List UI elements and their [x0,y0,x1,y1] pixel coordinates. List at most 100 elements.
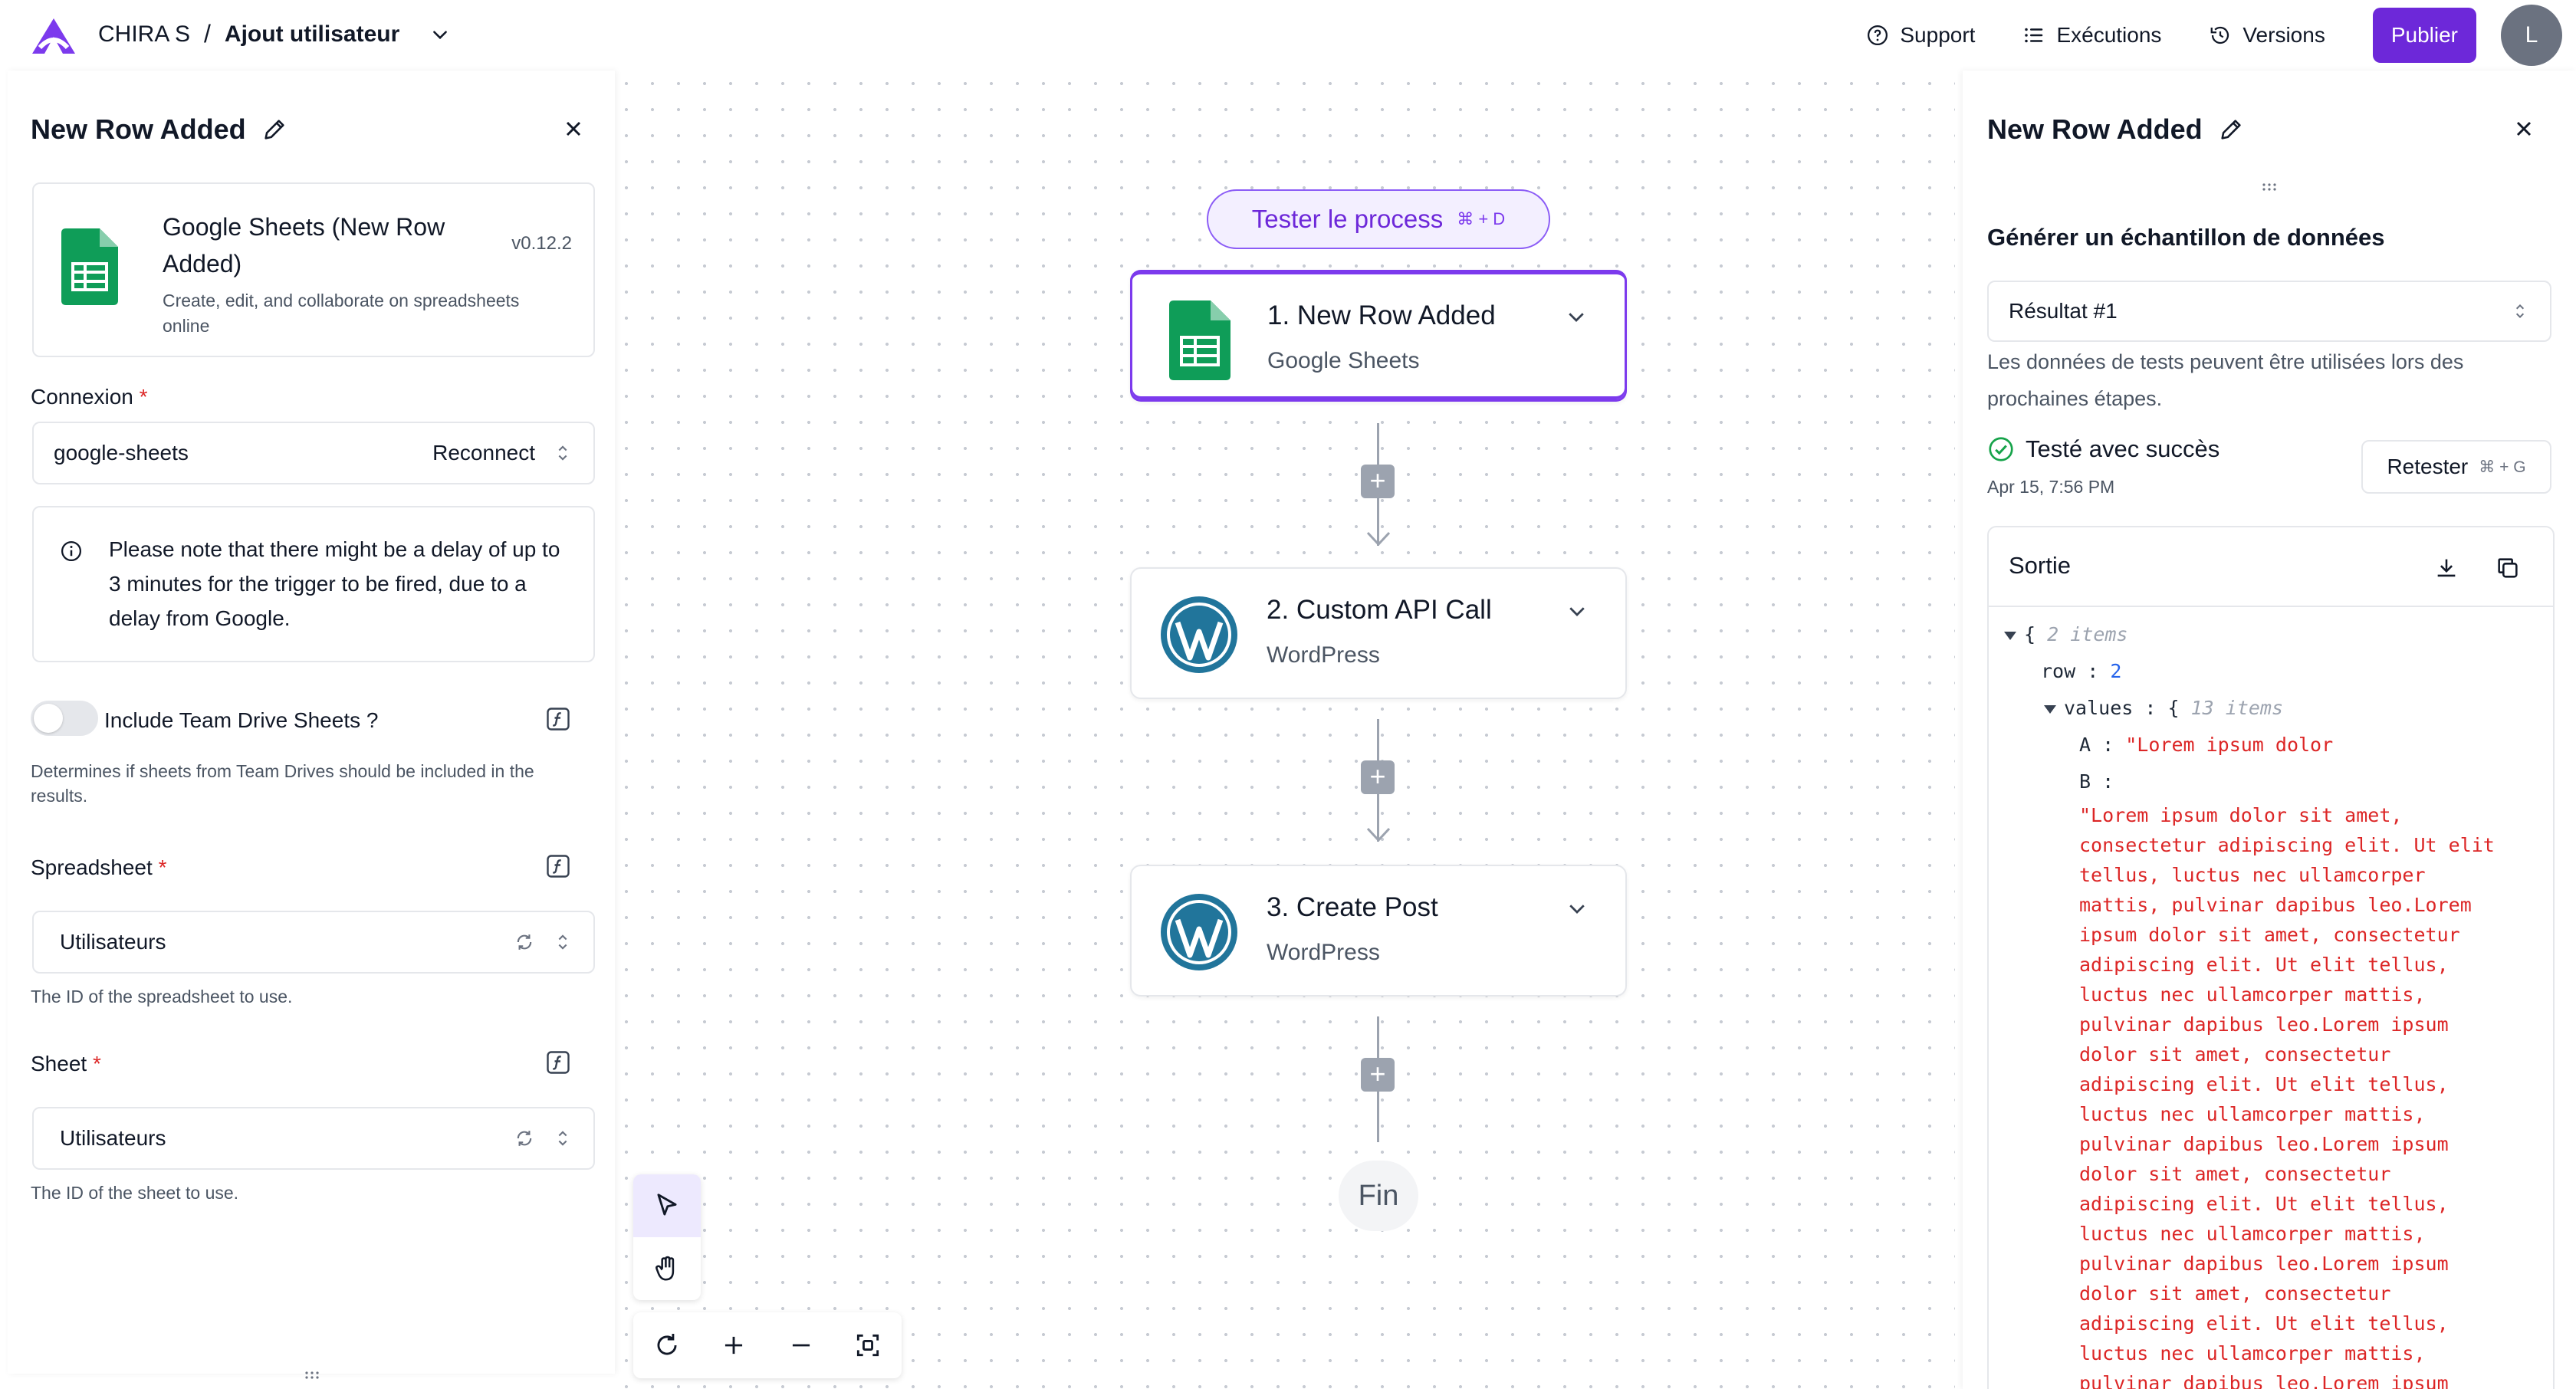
resize-handle-icon[interactable] [304,1371,320,1380]
help-circle-icon [1868,25,1888,45]
breadcrumb: CHIRA S / Ajout utilisateur [98,20,450,48]
spreadsheet-help: The ID of the spreadsheet to use. [31,987,293,1006]
resize-handle-icon[interactable] [2261,182,2278,192]
chevron-down-icon[interactable] [1566,599,1589,622]
json-root[interactable]: { 2 items [2004,616,2541,653]
user-avatar[interactable]: L [2501,5,2562,66]
chevron-down-icon[interactable] [430,25,450,44]
wordpress-icon [1161,894,1237,970]
caret-down-icon[interactable] [2004,631,2016,640]
function-icon[interactable] [544,705,572,733]
json-a-line: A : "Lorem ipsum dolor [2004,727,2541,763]
json-number: 2 [2110,660,2122,682]
pencil-icon[interactable] [261,117,288,143]
copy-icon[interactable] [2495,555,2521,581]
flow-end-node: Fin [1339,1161,1418,1231]
list-icon [2025,28,2043,43]
close-icon[interactable] [2512,117,2536,141]
flow-step-3[interactable]: 3. Create Post WordPress [1130,865,1627,997]
json-colon: : [2102,734,2126,756]
spreadsheet-value: Utilisateurs [60,930,166,954]
json-brace: { [2167,697,2180,719]
top-actions: Support Exécutions Versions Publier L [1866,0,2576,71]
connection-select[interactable]: google-sheets Reconnect [32,422,595,484]
json-key: B [2079,770,2091,793]
zoom-out-icon[interactable] [787,1331,816,1360]
json-string: "Lorem ipsum dolor [2125,734,2334,756]
close-icon[interactable] [561,117,586,141]
function-icon[interactable] [544,1049,572,1076]
test-process-button[interactable]: Tester le process ⌘ + D [1207,189,1550,249]
required-mark: * [139,385,148,409]
panel-title-text: New Row Added [31,113,246,145]
notice-text: Please note that there might be a delay … [109,537,560,630]
reset-view-icon[interactable] [652,1331,682,1360]
chevron-down-icon[interactable] [1566,897,1589,920]
flow-step-2[interactable]: 2. Custom API Call WordPress [1130,567,1627,699]
spreadsheet-label-text: Spreadsheet [31,855,153,879]
result-select-value: Résultat #1 [2009,299,2118,323]
caret-down-icon[interactable] [2044,704,2056,714]
flow-step-1[interactable]: 1. New Row Added Google Sheets [1130,270,1627,402]
flow-canvas[interactable] [613,71,1955,1389]
chevron-down-icon[interactable] [1565,305,1588,328]
sheet-label: Sheet * [31,1052,101,1076]
step-title: 1. New Row Added [1267,300,1496,330]
executions-link[interactable]: Exécutions [2022,23,2161,48]
pencil-icon[interactable] [2218,117,2244,143]
zoom-in-icon[interactable] [719,1331,748,1360]
result-select[interactable]: Résultat #1 [1987,281,2551,342]
pan-tool[interactable] [633,1237,701,1300]
retest-shortcut: ⌘ + G [2479,458,2526,476]
toggle-knob [34,704,63,733]
publish-button[interactable]: Publier [2372,8,2476,63]
refresh-icon[interactable] [514,931,535,953]
json-string: "Lorem ipsum dolor sit amet, consectetur… [2079,804,2495,1389]
canvas-zoom-toolbar [633,1312,902,1378]
chevron-updown-icon [2515,304,2525,318]
sheet-select[interactable]: Utilisateurs [32,1107,595,1170]
piece-description: Create, edit, and collaborate on spreads… [163,291,520,336]
versions-label: Versions [2242,23,2325,47]
reconnect-button[interactable]: Reconnect [432,441,535,465]
panel-title: New Row Added [1987,113,2244,146]
json-key: row [2041,660,2076,682]
workspace-name[interactable]: CHIRA S [98,21,190,48]
download-icon[interactable] [2433,555,2459,581]
team-drive-help: Determines if sheets from Team Drives sh… [31,761,534,806]
json-brace: { [2024,623,2036,645]
refresh-icon[interactable] [514,1128,535,1149]
arrow-down-icon [1366,531,1391,547]
fit-view-icon[interactable] [853,1331,882,1360]
add-step-button[interactable]: + [1361,465,1395,498]
function-icon[interactable] [544,852,572,880]
step-title: 2. Custom API Call [1267,595,1492,625]
add-step-button[interactable]: + [1361,760,1395,794]
breadcrumb-separator: / [204,20,211,48]
step-title: 3. Create Post [1267,892,1438,922]
sheet-help: The ID of the sheet to use. [31,1183,239,1203]
app-logo-icon[interactable] [31,17,77,55]
versions-link[interactable]: Versions [2209,23,2325,48]
json-tree: { 2 items row : 2 values : { 13 items A … [2004,616,2541,1389]
team-drive-toggle[interactable] [31,701,98,736]
test-timestamp: Apr 15, 7:56 PM [1987,477,2115,497]
canvas-mode-toolbar [633,1174,701,1300]
executions-label: Exécutions [2056,23,2162,47]
retest-button[interactable]: Retester ⌘ + G [2361,440,2551,494]
select-tool[interactable] [633,1174,701,1237]
info-icon [61,541,81,561]
sample-data-heading: Générer un échantillon de données [1987,224,2385,251]
history-icon [2211,26,2229,44]
json-key: values [2064,697,2134,719]
support-link[interactable]: Support [1866,23,1975,48]
add-step-button[interactable]: + [1361,1058,1395,1092]
test-status-text: Testé avec succès [2026,435,2220,462]
spreadsheet-select[interactable]: Utilisateurs [32,911,595,974]
spreadsheet-label: Spreadsheet * [31,855,166,880]
sample-data-help: Les données de tests peuvent être utilis… [1987,350,2464,410]
top-bar: CHIRA S / Ajout utilisateur Support Exéc… [0,0,2576,71]
project-name[interactable]: Ajout utilisateur [225,21,399,48]
json-values-line[interactable]: values : { 13 items [2004,690,2541,727]
connection-label-text: Connexion [31,385,133,409]
